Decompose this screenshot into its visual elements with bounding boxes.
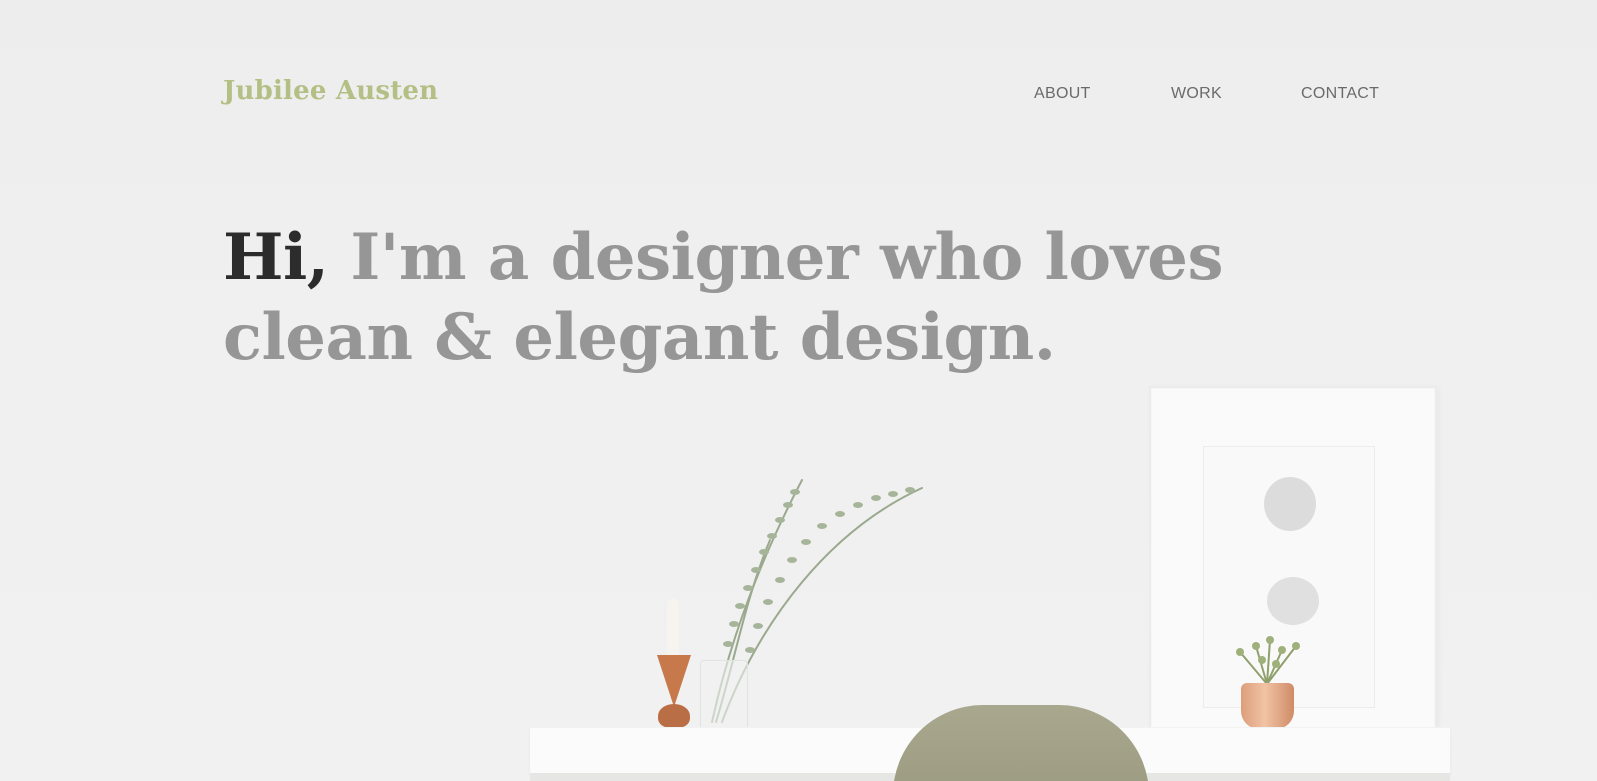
candle: [667, 599, 679, 655]
hero-background-image: [0, 0, 1597, 781]
glass-vase: [700, 660, 748, 730]
hero-headline-line1: I'm a designer who loves: [328, 220, 1223, 295]
nav-link-contact[interactable]: CONTACT: [1301, 85, 1379, 103]
hero-headline: Hi, I'm a designer who loves clean & eleg…: [223, 218, 1223, 378]
plant-illustration: [711, 479, 1300, 723]
hero-greeting: Hi,: [223, 220, 329, 295]
candle-holder: [657, 655, 691, 707]
hero-headline-line2: clean & elegant design.: [223, 300, 1056, 375]
copper-pot: [1241, 683, 1294, 729]
main-nav: ABOUT WORK CONTACT: [0, 85, 1597, 109]
hero-section: Jubilee Austen ABOUT WORK CONTACT Hi, I'…: [0, 0, 1597, 781]
nav-link-work[interactable]: WORK: [1171, 85, 1222, 103]
nav-link-about[interactable]: ABOUT: [1034, 85, 1091, 103]
candle-holder-base: [658, 704, 690, 728]
